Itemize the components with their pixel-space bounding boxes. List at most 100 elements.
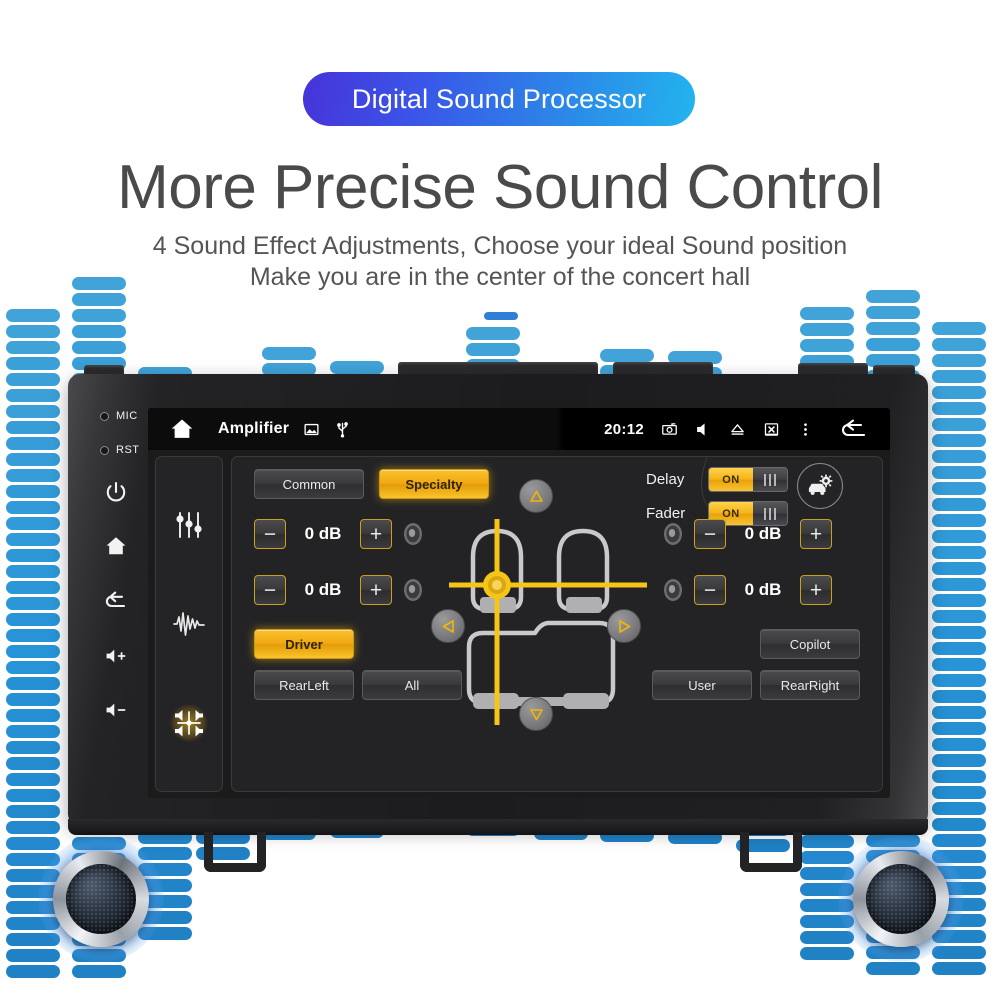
equalizer-segment [932, 674, 986, 687]
speaker-cone [866, 864, 936, 934]
amplifier-panel: Common Specialty Delay ON Fader ON − 0 d… [148, 450, 890, 798]
equalizer-segment [6, 309, 60, 322]
status-bar-title: Amplifier [218, 420, 290, 437]
equalizer-segment [932, 658, 986, 671]
equalizer-segment [6, 805, 60, 818]
equalizer-segment [932, 418, 986, 431]
equalizer-segment [6, 405, 60, 418]
preset-button-user[interactable]: User [652, 670, 752, 700]
volume-up-icon [104, 644, 128, 668]
equalizer-segment [932, 626, 986, 639]
equalizer-segment [932, 402, 986, 415]
power-icon [104, 480, 128, 504]
equalizer-segment [932, 498, 986, 511]
mount-bracket [740, 832, 802, 872]
preset-button-driver[interactable]: Driver [254, 629, 354, 659]
equalizer-segment [866, 322, 920, 335]
usb-icon[interactable] [334, 421, 351, 438]
preset-button-rearright-label: RearRight [780, 677, 840, 693]
front-right-level: − 0 dB + [660, 519, 832, 549]
equalizer-segment [932, 786, 986, 799]
preset-button-rearleft-label: RearLeft [279, 677, 329, 693]
rear-left-plus-button[interactable]: + [360, 575, 392, 605]
equalizer-segment [6, 469, 60, 482]
back-arrow-icon[interactable] [838, 417, 868, 441]
position-down-button[interactable] [519, 697, 553, 731]
badge-digital-sound-processor: Digital Sound Processor [303, 72, 695, 126]
equalizer-segment [866, 962, 920, 975]
front-right-plus-button[interactable]: + [800, 519, 832, 549]
preset-button-user-label: User [688, 677, 716, 693]
rear-right-level: − 0 dB + [660, 575, 832, 605]
equalizer-segment [932, 370, 986, 383]
equalizer-segment [932, 594, 986, 607]
front-left-minus-button[interactable]: − [254, 519, 286, 549]
mode-button-specialty[interactable]: Specialty [379, 469, 489, 499]
car-settings-button[interactable] [797, 463, 843, 509]
equalizer-segment [72, 309, 126, 322]
mic-led-label: MIC [116, 410, 138, 422]
status-bar: Amplifier 20:12 [148, 408, 890, 450]
mode-button-common[interactable]: Common [254, 469, 364, 499]
speaker-mesh [866, 864, 936, 934]
equalizer-segment [800, 323, 854, 336]
speaker-mesh [66, 864, 136, 934]
plus-glyph: + [369, 578, 383, 602]
delay-toggle-row: Delay ON [646, 467, 788, 492]
equalizer-segment [932, 546, 986, 559]
triangle-down-icon [529, 708, 543, 720]
front-right-value: 0 dB [744, 524, 782, 543]
delay-label: Delay [646, 471, 685, 488]
equalizer-segment [932, 738, 986, 751]
amplifier-content: Common Specialty Delay ON Fader ON − 0 d… [231, 456, 883, 792]
equalizer-segment [6, 453, 60, 466]
equalizer-segment [932, 706, 986, 719]
position-left-button[interactable] [431, 609, 465, 643]
equalizer-segment [72, 325, 126, 338]
preset-button-all[interactable]: All [362, 670, 462, 700]
eject-icon[interactable] [729, 421, 746, 438]
triangle-up-icon [529, 490, 543, 502]
front-right-minus-button[interactable]: − [694, 519, 726, 549]
preset-button-rearleft[interactable]: RearLeft [254, 670, 354, 700]
rear-right-minus-button[interactable]: − [694, 575, 726, 605]
minus-glyph: − [263, 578, 277, 602]
delay-toggle[interactable]: ON [708, 467, 788, 492]
volume-down-icon [104, 698, 128, 722]
equalizer-segment [6, 645, 60, 658]
equalizer-segment [6, 821, 60, 834]
front-left-plus-button[interactable]: + [360, 519, 392, 549]
triangle-right-icon [618, 619, 630, 633]
overflow-menu-icon[interactable] [797, 421, 814, 438]
equalizer-segment [932, 322, 986, 335]
equalizer-segment [6, 549, 60, 562]
camera-icon[interactable] [661, 421, 678, 438]
equalizer-segment [932, 962, 986, 975]
sound-effect-tab[interactable] [170, 605, 208, 643]
sliders-icon [176, 511, 202, 538]
sdcard-off-icon[interactable] [763, 421, 780, 438]
position-right-button[interactable] [607, 609, 641, 643]
rear-left-minus-button[interactable]: − [254, 575, 286, 605]
preset-button-rearright[interactable]: RearRight [760, 670, 860, 700]
image-icon[interactable] [303, 421, 320, 438]
status-bar-clock: 20:12 [604, 420, 644, 438]
mute-speaker-icon[interactable] [695, 421, 712, 438]
balance-speakers-icon [175, 710, 203, 737]
rear-right-plus-button[interactable]: + [800, 575, 832, 605]
lcd-screen: Amplifier 20:12 Common Specialty Delay O… [148, 408, 890, 798]
screen-sidebar [155, 456, 223, 792]
equalizer-tab[interactable] [170, 506, 208, 544]
preset-button-copilot[interactable]: Copilot [760, 629, 860, 659]
plus-glyph: + [809, 578, 823, 602]
plus-glyph: + [809, 522, 823, 546]
mode-button-common-label: Common [282, 476, 336, 492]
preset-button-all-label: All [404, 677, 420, 693]
back-arrow-icon [104, 588, 128, 612]
home-icon[interactable] [168, 416, 196, 442]
equalizer-segment [932, 802, 986, 815]
position-up-button[interactable] [519, 479, 553, 513]
equalizer-segment [932, 818, 986, 831]
equalizer-segment [6, 341, 60, 354]
balance-fader-tab[interactable] [170, 704, 208, 743]
